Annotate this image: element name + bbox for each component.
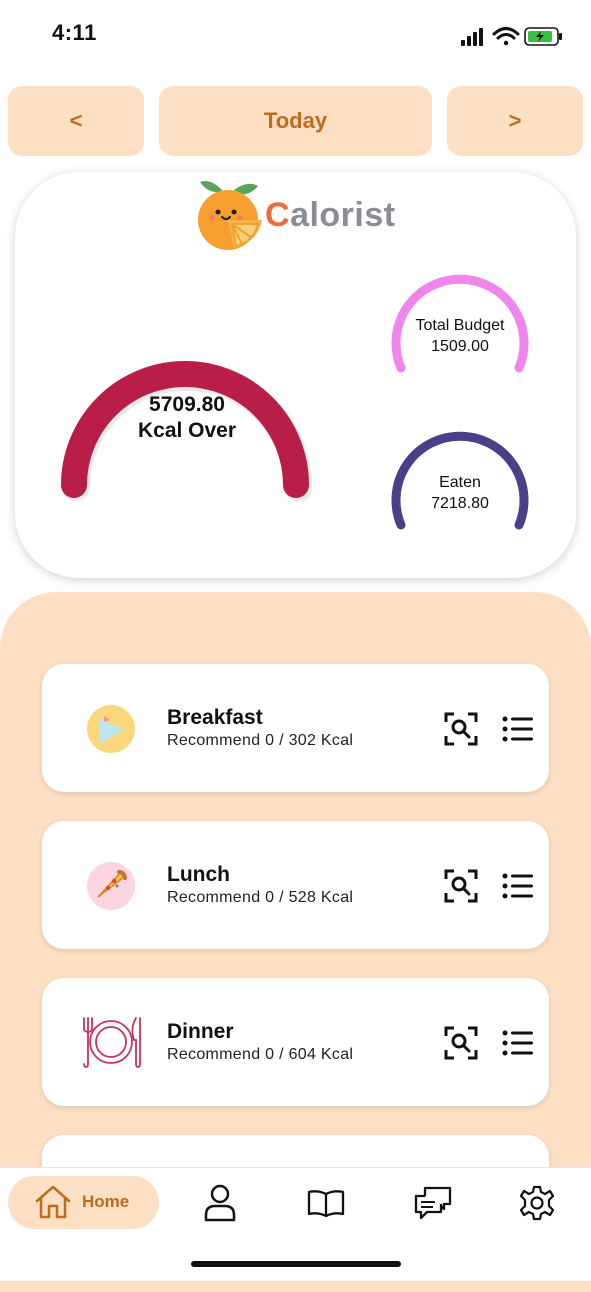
plate-cutlery-icon [83, 1017, 141, 1068]
kcal-over-readout: 5709.80 Kcal Over [60, 392, 314, 444]
meal-recommendation: Recommend 0 / 302 Kcal [167, 732, 354, 749]
sunrise-icon [87, 705, 135, 753]
brand-name: Calorist [265, 196, 396, 234]
list-menu-icon[interactable] [502, 716, 534, 742]
scan-search-icon[interactable] [444, 1026, 478, 1060]
kcal-over-label: Kcal Over [137, 419, 237, 442]
kcal-over-gauge [61, 361, 312, 502]
battery-icon [524, 27, 562, 46]
today-button[interactable]: Today [159, 86, 432, 156]
previous-day-button[interactable]: < [8, 86, 144, 156]
profile-icon[interactable] [203, 1184, 237, 1222]
status-time: 4:11 [52, 20, 97, 45]
home-icon[interactable] [34, 1184, 72, 1220]
scan-search-icon[interactable] [444, 712, 478, 746]
next-day-button[interactable]: > [447, 86, 583, 156]
home-indicator [191, 1261, 401, 1267]
orange-logo-icon [198, 181, 262, 250]
eaten-value: 7218.80 [431, 495, 489, 512]
wifi-icon [492, 27, 520, 46]
meal-recommendation: Recommend 0 / 604 Kcal [167, 1046, 354, 1063]
total-budget-label: Total Budget [415, 317, 505, 334]
pizza-icon [87, 862, 135, 910]
nav-home-label[interactable]: Home [82, 1192, 129, 1212]
scan-search-icon[interactable] [444, 869, 478, 903]
book-icon[interactable] [306, 1188, 346, 1218]
list-menu-icon[interactable] [502, 873, 534, 899]
settings-gear-icon[interactable] [519, 1185, 555, 1221]
meal-card-lunch[interactable]: Lunch Recommend 0 / 528 Kcal [42, 821, 549, 949]
list-menu-icon[interactable] [502, 1030, 534, 1056]
chat-icon[interactable] [413, 1186, 453, 1220]
eaten-label: Eaten [439, 474, 481, 491]
meal-card-dinner[interactable]: Dinner Recommend 0 / 604 Kcal [42, 978, 549, 1106]
meal-title: Lunch [167, 863, 230, 886]
signal-icon [461, 28, 483, 46]
meal-title: Breakfast [167, 706, 263, 729]
meal-recommendation: Recommend 0 / 528 Kcal [167, 889, 354, 906]
total-budget-value: 1509.00 [431, 338, 489, 355]
status-icons [461, 27, 562, 46]
kcal-over-value: 5709.80 [149, 393, 225, 416]
meal-title: Dinner [167, 1020, 234, 1043]
total-budget-readout: Total Budget 1509.00 [385, 315, 535, 357]
eaten-readout: Eaten 7218.80 [385, 472, 535, 514]
meal-card-breakfast[interactable]: Breakfast Recommend 0 / 302 Kcal [42, 664, 549, 792]
